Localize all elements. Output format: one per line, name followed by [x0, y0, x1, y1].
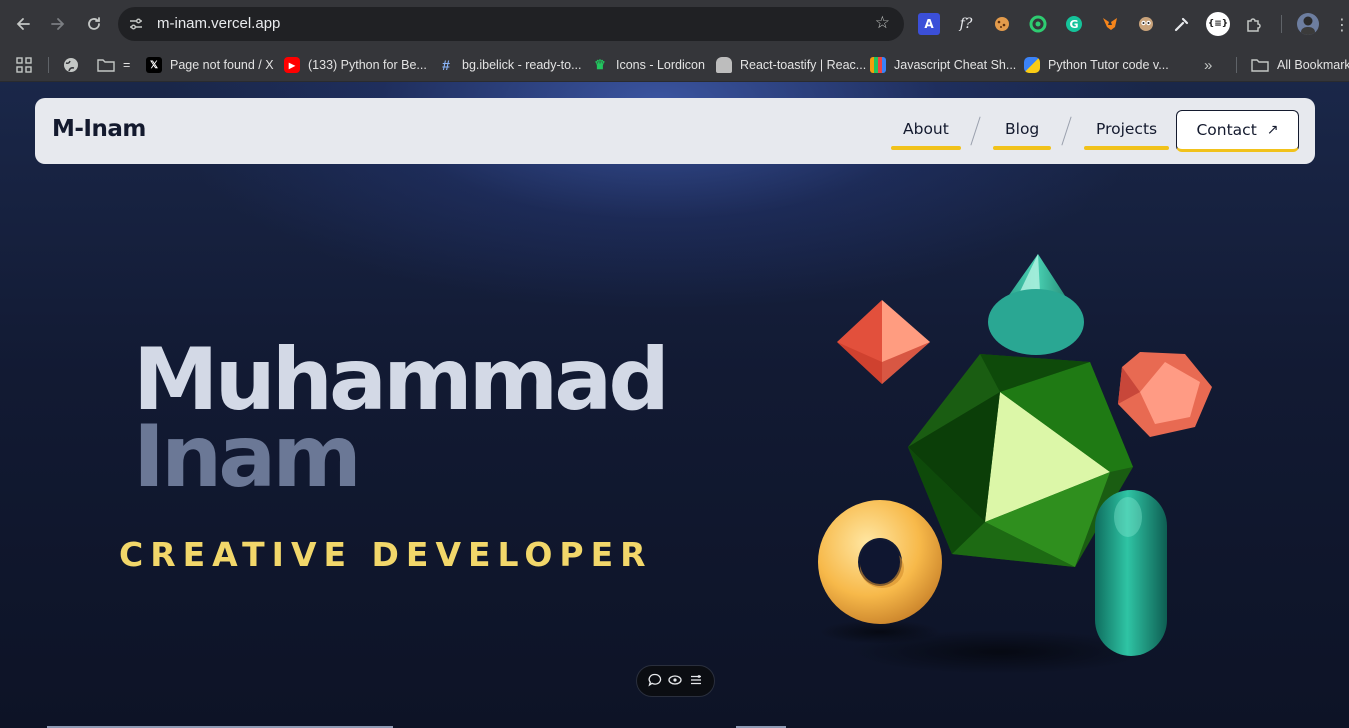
eye-icon[interactable] — [668, 672, 683, 691]
contact-button[interactable]: Contact ↗ — [1176, 110, 1299, 152]
extensions-puzzle-icon[interactable] — [1243, 13, 1265, 35]
site-logo[interactable]: M-Inam — [52, 116, 146, 142]
bread-icon — [716, 57, 732, 73]
bookmark-label: Python Tutor code v... — [1048, 58, 1169, 72]
bookmark-star-icon[interactable]: ☆ — [875, 13, 890, 33]
bookmark-item[interactable]: ▶ (133) Python for Be... — [284, 54, 427, 76]
teal-cone-shape — [988, 254, 1084, 355]
comment-icon[interactable] — [648, 672, 662, 691]
profile-avatar[interactable] — [1297, 13, 1319, 35]
nav-about-link[interactable]: About — [891, 120, 961, 150]
reload-icon — [88, 17, 100, 30]
bookmarks-bar: = 𝕏 Page not found / X ▶ (133) Python fo… — [0, 48, 1349, 82]
bookmark-divider — [1236, 57, 1237, 73]
hero-last-name: Inam — [133, 407, 362, 507]
bookmark-item[interactable]: Javascript Cheat Sh... — [870, 54, 1016, 76]
bookmark-item[interactable]: Python Tutor code v... — [1024, 54, 1169, 76]
function-extension-icon[interactable]: f? — [955, 13, 977, 35]
site-navbar: M-Inam About Blog Projects Contact ↗ — [35, 98, 1315, 164]
owl-extension-icon[interactable] — [1135, 13, 1157, 35]
nav-projects-link[interactable]: Projects — [1083, 120, 1170, 150]
bookmark-item[interactable]: ♛ Icons - Lordicon — [592, 54, 705, 76]
bookmark-divider — [48, 57, 49, 73]
arrow-right-icon — [51, 18, 65, 30]
arrow-up-right-icon: ↗ — [1266, 122, 1279, 138]
stripes-icon — [870, 57, 886, 73]
bookmark-label: React-toastify | Reac... — [740, 58, 867, 72]
bookmark-label: Page not found / X — [170, 58, 274, 72]
page-viewport: M-Inam About Blog Projects Contact ↗ Muh… — [0, 82, 1349, 728]
contact-label: Contact — [1196, 121, 1257, 139]
address-bar[interactable]: m-inam.vercel.app ☆ — [118, 7, 904, 41]
sliders-icon[interactable] — [689, 672, 703, 691]
url-text[interactable]: m-inam.vercel.app — [157, 15, 280, 32]
x-logo-icon: 𝕏 — [146, 57, 162, 73]
nav-separator — [1061, 116, 1072, 146]
orange-torus-shape — [818, 500, 942, 624]
bookmark-item[interactable]: # bg.ibelick - ready-to... — [438, 54, 582, 76]
3d-shapes-illustration — [818, 254, 1212, 674]
toolbar-divider — [1281, 15, 1282, 33]
bookmark-item[interactable]: 𝕏 Page not found / X — [146, 54, 274, 76]
python-icon — [1024, 57, 1040, 73]
crown-icon: ♛ — [594, 57, 606, 72]
red-octahedron-shape — [837, 300, 930, 384]
bookmark-label: Javascript Cheat Sh... — [894, 58, 1017, 72]
forward-button[interactable] — [43, 9, 73, 39]
reload-button[interactable] — [79, 9, 109, 39]
bookmark-folder[interactable]: = — [97, 54, 130, 76]
grammarly-extension-icon[interactable]: G — [1063, 13, 1085, 35]
green-ring-extension-icon[interactable] — [1027, 13, 1049, 35]
bookmark-folder-label: = — [123, 58, 131, 72]
back-button[interactable] — [8, 9, 38, 39]
json-extension-icon[interactable]: {≡} — [1206, 12, 1230, 36]
eyedropper-extension-icon[interactable] — [1171, 13, 1193, 35]
globe-icon[interactable] — [63, 54, 79, 76]
more-bookmarks-chevron-icon[interactable]: » — [1204, 54, 1212, 76]
coral-dodecahedron-shape — [1118, 352, 1212, 437]
nav-blog-link[interactable]: Blog — [992, 120, 1052, 150]
youtube-icon: ▶ — [284, 57, 300, 73]
all-bookmarks-label: All Bookmarks — [1277, 58, 1349, 72]
cookie-extension-icon[interactable] — [991, 13, 1013, 35]
teal-capsule-shape — [1095, 490, 1167, 656]
apps-grid-icon[interactable] — [16, 54, 32, 76]
folder-icon — [97, 59, 115, 72]
arrow-left-icon — [16, 18, 30, 30]
hero-role-title: CREATIVE DEVELOPER — [119, 535, 653, 574]
metamask-extension-icon[interactable] — [1099, 13, 1121, 35]
kebab-menu-icon[interactable]: ⋮ — [1331, 13, 1349, 35]
nav-separator — [970, 116, 981, 146]
svg-text:G: G — [1069, 18, 1078, 31]
bookmark-label: (133) Python for Be... — [308, 58, 427, 72]
folder-icon — [1251, 59, 1269, 72]
all-bookmarks-button[interactable]: All Bookmarks — [1251, 54, 1349, 76]
translate-extension-icon[interactable]: A — [918, 13, 940, 35]
browser-toolbar: m-inam.vercel.app ☆ A f? G {≡} ⋮ — [0, 0, 1349, 48]
hash-icon: # — [442, 57, 450, 73]
bookmark-label: bg.ibelick - ready-to... — [462, 58, 582, 72]
bookmark-label: Icons - Lordicon — [616, 58, 705, 72]
floating-toolbar — [636, 665, 715, 697]
site-settings-icon[interactable] — [128, 16, 144, 36]
bookmark-item[interactable]: React-toastify | Reac... — [716, 54, 866, 76]
